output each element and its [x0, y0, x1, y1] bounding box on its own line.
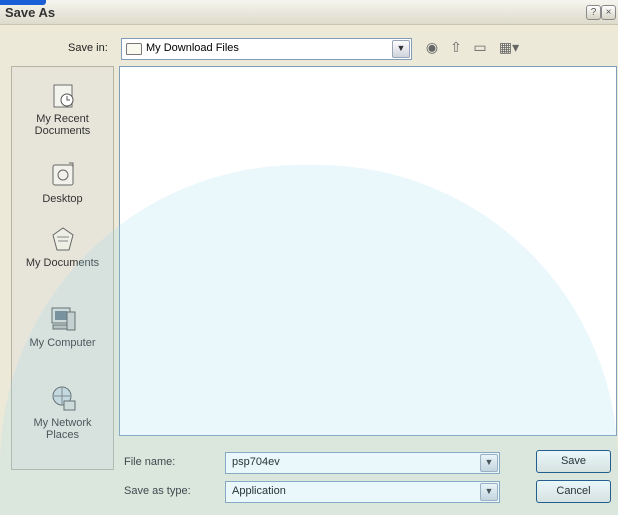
chevron-down-icon[interactable]: ▼: [480, 454, 498, 472]
my-computer-icon: [51, 307, 75, 331]
place-label: My Computer: [29, 337, 96, 349]
help-icon[interactable]: ?: [586, 5, 601, 20]
views-menu-icon[interactable]: ▦▾: [494, 38, 524, 56]
cancel-button[interactable]: Cancel: [536, 480, 611, 503]
place-desktop[interactable]: Desktop: [12, 159, 113, 205]
title-bar: Save As ? ×: [0, 0, 618, 25]
place-label: Desktop: [42, 193, 83, 205]
chevron-down-icon[interactable]: ▼: [392, 40, 410, 58]
place-my-network-places[interactable]: My Network Places: [12, 383, 113, 441]
desktop-icon: [52, 162, 73, 186]
save-type-value: Application: [232, 485, 286, 497]
window-title: Save As: [5, 5, 56, 20]
save-type-label: Save as type:: [124, 485, 191, 497]
places-bar: My Recent Documents Desktop My Documents…: [11, 66, 114, 470]
save-in-combo[interactable]: My Download Files ▼: [121, 38, 412, 60]
place-label: My Network Places: [33, 417, 92, 441]
place-label: My Documents: [25, 257, 100, 269]
chevron-down-icon[interactable]: ▼: [480, 483, 498, 501]
new-folder-icon[interactable]: ▭: [470, 38, 490, 56]
my-documents-icon: [51, 227, 74, 251]
close-icon[interactable]: ×: [601, 5, 616, 20]
network-places-icon: [52, 386, 75, 411]
place-my-recent-documents[interactable]: My Recent Documents: [12, 79, 113, 137]
file-name-label: File name:: [124, 456, 176, 468]
place-my-documents[interactable]: My Documents: [12, 223, 113, 269]
folder-icon: [126, 43, 142, 55]
up-folder-icon[interactable]: ⇧: [446, 38, 466, 56]
file-list[interactable]: [119, 66, 617, 436]
file-name-input[interactable]: psp704ev ▼: [225, 452, 500, 474]
file-name-value: psp704ev: [232, 456, 280, 468]
save-in-label: Save in:: [68, 42, 108, 54]
save-in-value: My Download Files: [146, 42, 239, 54]
place-label: My Recent Documents: [34, 113, 91, 137]
place-my-computer[interactable]: My Computer: [12, 303, 113, 349]
save-button[interactable]: Save: [536, 450, 611, 473]
recent-documents-icon: [53, 84, 73, 108]
save-type-select[interactable]: Application ▼: [225, 481, 500, 503]
back-icon[interactable]: ◉: [422, 38, 442, 56]
